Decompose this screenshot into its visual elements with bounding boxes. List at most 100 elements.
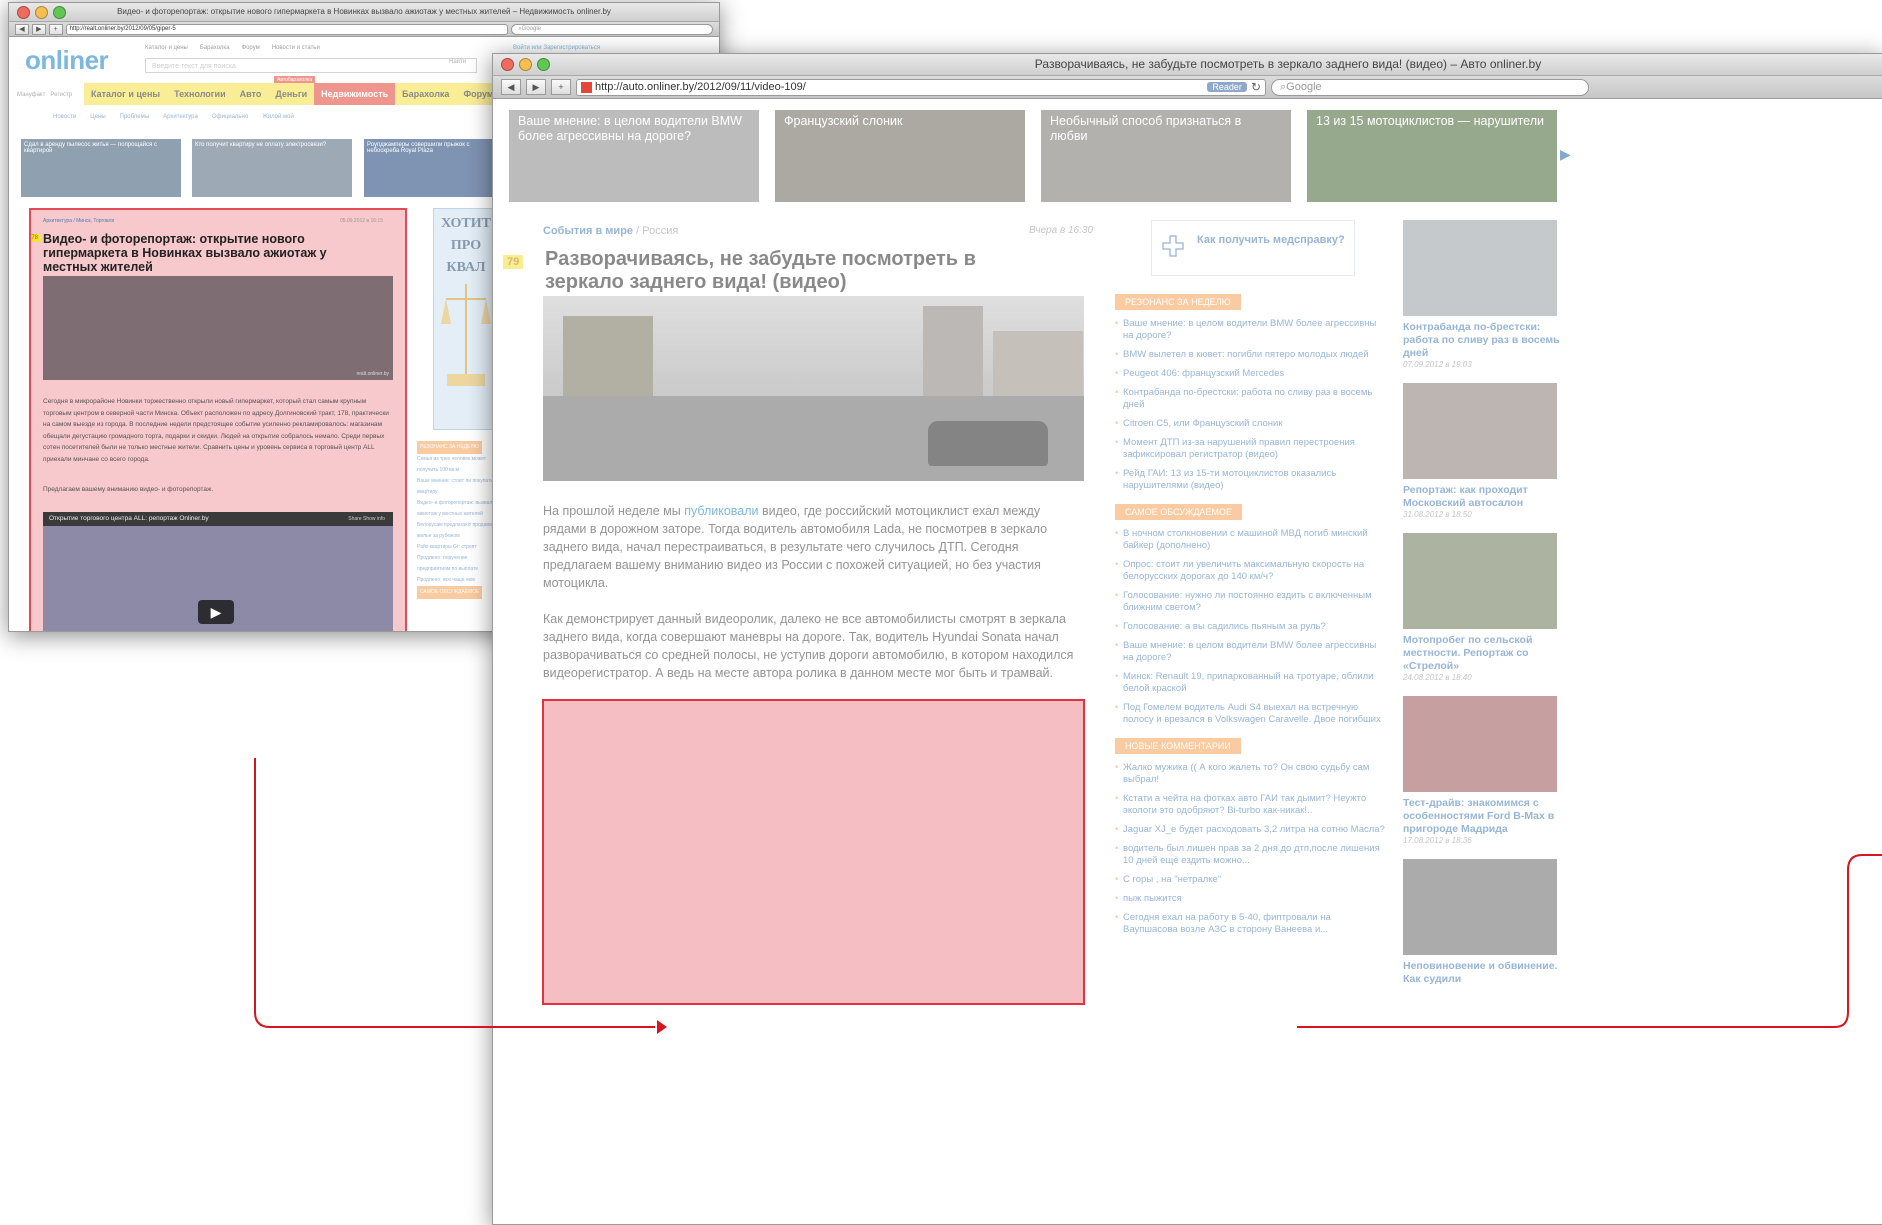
subnav-item[interactable]: Архитектура bbox=[163, 114, 198, 120]
add-icon[interactable]: + bbox=[48, 23, 63, 35]
small-link[interactable]: Мануфакт bbox=[17, 92, 45, 98]
back-icon[interactable]: ◀ bbox=[15, 23, 29, 35]
news-link[interactable]: Рейд ГАИ: 13 из 15-ти мотоциклистов оказ… bbox=[1115, 468, 1385, 492]
help-box[interactable]: Как получить медсправку? bbox=[1151, 220, 1355, 276]
side-link[interactable]: Продлено: поручение предприятиям по выпл… bbox=[417, 553, 499, 575]
top-tab[interactable]: Барахолка bbox=[200, 45, 230, 51]
video-player[interactable]: ▶ bbox=[43, 526, 393, 631]
news-link[interactable]: Peugeot 406: французский Mercedes bbox=[1115, 368, 1385, 380]
category-link[interactable]: События в мире bbox=[543, 225, 633, 237]
menu-item[interactable]: Авто bbox=[233, 89, 269, 99]
zoom-window-button[interactable] bbox=[537, 58, 550, 71]
top-tab[interactable]: Форум bbox=[242, 45, 260, 51]
comment-link[interactable]: водитель был лишен прав за 2 дня до дтп,… bbox=[1115, 843, 1385, 867]
menu-item[interactable]: Деньги bbox=[268, 89, 314, 99]
comment-link[interactable]: Сегодня ехал на работу в 5-40, фиптровал… bbox=[1115, 912, 1385, 936]
login-link[interactable]: Войти или Зарегистрироваться bbox=[513, 45, 600, 51]
comment-link[interactable]: Jaguar XJ_e будет расходовать 3,2 литра … bbox=[1115, 824, 1385, 836]
comment-count[interactable]: 378 bbox=[31, 234, 42, 242]
close-window-button[interactable] bbox=[501, 58, 514, 71]
teaser-card[interactable]: Французский слоник bbox=[775, 110, 1025, 202]
side-article[interactable]: Тест-драйв: знакомимся с особенностями F… bbox=[1403, 696, 1563, 845]
small-link[interactable]: Регистр bbox=[50, 92, 72, 98]
add-icon[interactable]: + bbox=[551, 79, 571, 95]
side-link[interactable]: Райо квартиры Gr: строят bbox=[417, 542, 499, 553]
news-link[interactable]: BMW вылетел в кювет: погибли пятеро моло… bbox=[1115, 349, 1385, 361]
comment-link[interactable]: Кстати а чейта на фотках авто ГАИ так ды… bbox=[1115, 793, 1385, 817]
teaser-card[interactable]: Сдал в аренду пылесос житья — попрощайся… bbox=[21, 139, 181, 197]
side-article[interactable]: Неповиновение и обвинение. Как судили bbox=[1403, 859, 1563, 986]
minimize-window-button[interactable] bbox=[519, 58, 532, 71]
menu-item[interactable]: Барахолка bbox=[395, 89, 456, 99]
top-tab[interactable]: Каталог и цены bbox=[145, 45, 188, 51]
news-link[interactable]: Опрос: стоит ли увеличить максимальную с… bbox=[1115, 559, 1385, 583]
inline-link[interactable]: публиковали bbox=[684, 504, 758, 518]
site-search-input[interactable]: Введите текст для поиска bbox=[145, 58, 477, 73]
subnav-item[interactable]: Проблемы bbox=[120, 114, 149, 120]
subnav-item[interactable]: Цены bbox=[90, 114, 105, 120]
subnav-item[interactable]: Официально bbox=[212, 114, 248, 120]
teaser-card[interactable]: Ваше мнение: в целом водители BMW более … bbox=[509, 110, 759, 202]
address-bar[interactable]: http://auto.onliner.by/2012/09/11/video-… bbox=[576, 78, 1266, 96]
subnav-item[interactable]: Жилой мой bbox=[262, 114, 294, 120]
side-article[interactable]: Репортаж: как проходит Московский автоса… bbox=[1403, 383, 1563, 519]
side-link[interactable]: Белорусам предлагают продавать жилье за … bbox=[417, 520, 499, 542]
side-article-title[interactable]: Тест-драйв: знакомимся с особенностями F… bbox=[1403, 797, 1563, 836]
video-placeholder[interactable] bbox=[542, 699, 1085, 1005]
news-link[interactable]: Голосование: а вы садились пьяным за рул… bbox=[1115, 621, 1385, 633]
side-article-title[interactable]: Мотопробег по сельской местности. Репорт… bbox=[1403, 634, 1563, 673]
menu-item[interactable]: Технологии bbox=[167, 89, 233, 99]
comment-list: Жалко мужика (( А кого жалеть то? Он сво… bbox=[1115, 762, 1385, 936]
back-icon[interactable]: ◀ bbox=[501, 79, 521, 95]
news-link[interactable]: Минск: Renault 19, припаркованный на тро… bbox=[1115, 671, 1385, 695]
news-link[interactable]: В ночном столкновении с машиной МВД поги… bbox=[1115, 528, 1385, 552]
side-article-title[interactable]: Неповиновение и обвинение. Как судили bbox=[1403, 960, 1563, 986]
section-heading: НОВЫЕ КОММЕНТАРИИ bbox=[1115, 738, 1241, 754]
news-link[interactable]: Под Гомелем водитель Audi S4 выехал на в… bbox=[1115, 702, 1385, 726]
side-article[interactable]: Мотопробег по сельской местности. Репорт… bbox=[1403, 533, 1563, 682]
category-sub[interactable]: Россия bbox=[642, 225, 678, 237]
teaser-card[interactable]: 13 из 15 мотоциклистов — нарушители bbox=[1307, 110, 1557, 202]
site-logo[interactable]: onliner bbox=[25, 45, 109, 76]
side-article-title[interactable]: Репортаж: как проходит Московский автоса… bbox=[1403, 484, 1563, 510]
side-link[interactable]: Семья из трех человек может получить 100… bbox=[417, 454, 499, 476]
reload-icon[interactable]: ↻ bbox=[1251, 80, 1261, 94]
side-article[interactable]: Контрабанда по-брестски: работа по сливу… bbox=[1403, 220, 1563, 369]
news-link[interactable]: Ваше мнение: в целом водители BMW более … bbox=[1115, 318, 1385, 342]
search-field[interactable]: ⌕ Google bbox=[511, 23, 714, 35]
play-icon[interactable]: ▶ bbox=[198, 600, 234, 624]
video-meta[interactable]: Share Show info bbox=[348, 512, 385, 526]
forward-icon[interactable]: ▶ bbox=[31, 23, 46, 35]
news-link[interactable]: Ваше мнение: в целом водители BMW более … bbox=[1115, 640, 1385, 664]
comment-link[interactable]: Жалко мужика (( А кого жалеть то? Он сво… bbox=[1115, 762, 1385, 786]
top-tab[interactable]: Новости и статьи bbox=[272, 45, 320, 51]
zoom-window-button[interactable] bbox=[53, 5, 66, 19]
address-bar[interactable]: http://realt.onliner.by/2012/09/05/giper… bbox=[65, 23, 509, 35]
subnav-item[interactable]: Новости bbox=[53, 114, 76, 120]
teaser-card[interactable]: Роупджамперы совершили прыжок с небоскре… bbox=[364, 139, 504, 197]
close-window-button[interactable] bbox=[17, 5, 30, 19]
advertisement[interactable]: ХОТИТ ПРО КВАЛ bbox=[433, 208, 499, 430]
next-arrow-icon[interactable]: ▶ bbox=[1560, 146, 1571, 163]
side-link[interactable]: Продлено: все чаще чем bbox=[417, 575, 499, 586]
news-link[interactable]: Момент ДТП из-за нарушений правил перест… bbox=[1115, 437, 1385, 461]
comment-link[interactable]: пыж пыжится bbox=[1115, 893, 1385, 905]
search-field[interactable]: ⌕ Google bbox=[1271, 78, 1589, 96]
menu-item-active[interactable]: Недвижимость bbox=[314, 83, 396, 105]
news-link[interactable]: Голосование: нужно ли постоянно ездить с… bbox=[1115, 590, 1385, 614]
forward-icon[interactable]: ▶ bbox=[526, 79, 546, 95]
menu-item[interactable]: Каталог и цены bbox=[84, 89, 167, 99]
minimize-window-button[interactable] bbox=[35, 5, 48, 19]
teaser-card[interactable]: Кто получит квартиру не оплату электросв… bbox=[192, 139, 352, 197]
news-link[interactable]: Citroen C5, или Французский слоник bbox=[1115, 418, 1385, 430]
reader-button[interactable]: Reader bbox=[1207, 82, 1247, 92]
side-article-title[interactable]: Контрабанда по-брестски: работа по сливу… bbox=[1403, 321, 1563, 360]
news-link[interactable]: Контрабанда по-брестски: работа по сливу… bbox=[1115, 387, 1385, 411]
comment-count[interactable]: 79 bbox=[503, 255, 524, 269]
teaser-card[interactable]: Необычный способ признаться в любви bbox=[1041, 110, 1291, 202]
category-link[interactable]: Архитектура bbox=[43, 218, 72, 224]
side-link[interactable]: Ваше мнение: стоит ли покупать квартиру bbox=[417, 476, 499, 498]
site-search-button[interactable]: Найти bbox=[449, 59, 466, 65]
side-link[interactable]: Видео- и фоторепортаж: вызвало ажиотаж у… bbox=[417, 498, 499, 520]
comment-link[interactable]: С горы , на "нетралке" bbox=[1115, 874, 1385, 886]
